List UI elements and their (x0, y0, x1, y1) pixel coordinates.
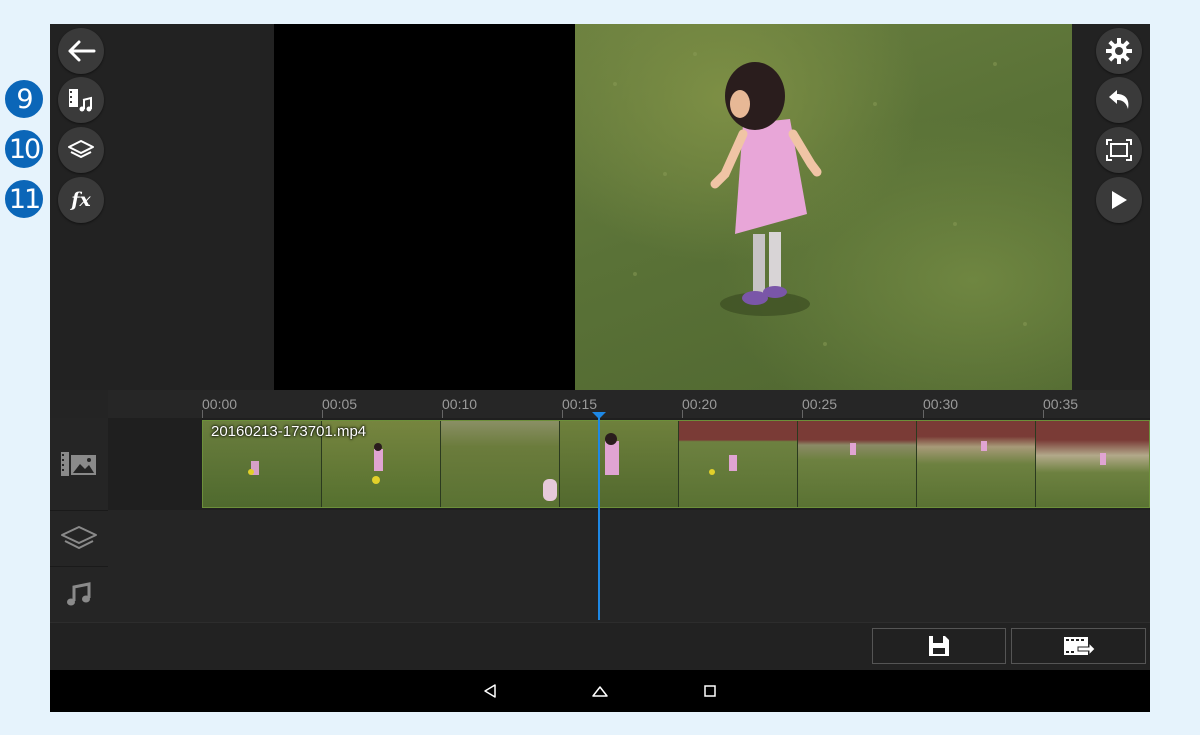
ruler-tick (682, 410, 683, 418)
layer-button[interactable] (58, 127, 104, 173)
clip-thumbnail (1036, 421, 1149, 507)
back-button[interactable] (58, 28, 104, 74)
arrow-left-icon (68, 40, 96, 62)
ruler-tick (802, 410, 803, 418)
fullscreen-button[interactable] (1096, 127, 1142, 173)
clip-thumbnail (917, 421, 1036, 507)
track-headers (50, 418, 109, 622)
ruler-tick (1043, 410, 1044, 418)
audio-track-header[interactable] (50, 566, 108, 623)
play-button[interactable] (1096, 177, 1142, 223)
ruler-tick (562, 410, 563, 418)
callout-9: 9 (2, 77, 46, 121)
layer-track-header[interactable] (50, 510, 108, 567)
ruler-label: 00:10 (442, 396, 478, 412)
ruler-label: 00:15 (562, 396, 598, 412)
ruler-label: 00:00 (202, 396, 238, 412)
fullscreen-icon (1106, 139, 1132, 161)
playhead[interactable] (598, 412, 600, 620)
ruler-tick (322, 410, 323, 418)
effects-button[interactable]: fx (58, 177, 104, 223)
film-image-icon (61, 452, 96, 476)
export-button[interactable] (1011, 628, 1146, 664)
nav-back-icon (484, 684, 496, 698)
export-video-icon (1063, 637, 1096, 657)
media-button[interactable] (58, 77, 104, 123)
callout-10: 10 (2, 127, 46, 171)
undo-icon (1109, 90, 1129, 109)
callout-11: 11 (2, 177, 46, 221)
film-music-icon (69, 89, 92, 112)
audio-track[interactable] (108, 566, 1150, 623)
clip-thumbnail (560, 421, 679, 507)
nav-back-button[interactable] (479, 680, 501, 702)
video-preview[interactable] (575, 24, 1072, 390)
nav-recents-icon (704, 685, 716, 697)
ruler-label: 00:35 (1043, 396, 1079, 412)
fx-icon: fx (71, 189, 91, 211)
timeline-ruler[interactable]: 00:00 00:05 00:10 00:15 00:20 00:25 00:3… (108, 390, 1150, 419)
ruler-tick (202, 410, 203, 418)
ruler-tick (442, 410, 443, 418)
gear-icon (1106, 38, 1132, 64)
system-nav-bar (50, 670, 1150, 712)
clip-name: 20160213-173701.mp4 (211, 423, 367, 440)
layers-icon (61, 526, 97, 549)
save-icon (929, 636, 949, 656)
ruler-tick (923, 410, 924, 418)
ruler-label: 00:20 (682, 396, 718, 412)
save-button[interactable] (872, 628, 1006, 664)
video-clip[interactable]: 20160213-173701.mp4 (202, 420, 1150, 508)
nav-home-icon (592, 686, 608, 697)
timeline[interactable]: 00:00 00:05 00:10 00:15 00:20 00:25 00:3… (50, 390, 1150, 623)
preview-stage (274, 24, 1072, 390)
clip-thumbnail (798, 421, 917, 507)
ruler-label: 00:30 (923, 396, 959, 412)
clip-thumbnail (441, 421, 560, 507)
ruler-label: 00:25 (802, 396, 838, 412)
layers-icon (68, 140, 94, 158)
play-icon (1112, 191, 1127, 209)
nav-recents-button[interactable] (699, 680, 721, 702)
bottom-toolbar (50, 622, 1150, 671)
music-note-icon (67, 582, 91, 606)
layer-track[interactable] (108, 510, 1150, 567)
undo-button[interactable] (1096, 77, 1142, 123)
video-track-header[interactable] (50, 418, 108, 510)
nav-home-button[interactable] (589, 680, 611, 702)
clip-thumbnail (679, 421, 798, 507)
ruler-label: 00:05 (322, 396, 358, 412)
preview-image (613, 52, 1027, 346)
video-editor-app: fx 00:00 00:05 00:10 00:15 00:20 00:25 0… (50, 24, 1150, 712)
settings-button[interactable] (1096, 28, 1142, 74)
